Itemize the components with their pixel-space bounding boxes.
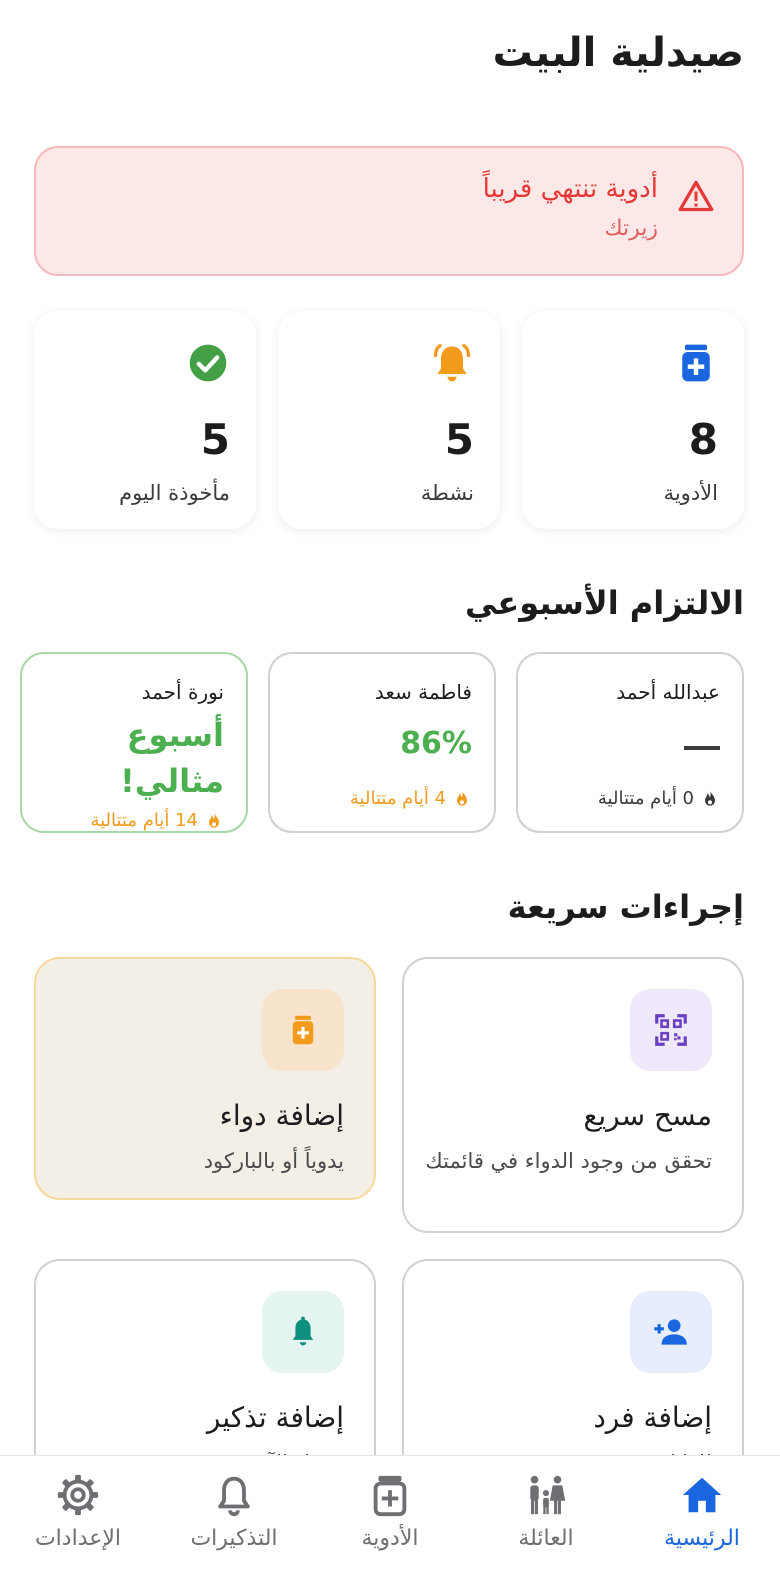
nav-item-settings[interactable]: الإعدادات: [0, 1456, 156, 1575]
flame-icon: [457, 790, 467, 806]
gear-icon: [57, 1474, 99, 1516]
add-medicine-button[interactable]: إضافة دواء يدوياً أو بالباركود: [34, 957, 376, 1200]
check-circle-icon: [189, 344, 227, 382]
stat-value: 8: [688, 415, 718, 464]
member-name: فاطمة سعد: [374, 680, 472, 704]
action-subtitle: جدول الآن: [56, 1443, 344, 1455]
adherence-card-abdullah[interactable]: عبدالله أحمد 0 أيام متتالية: [516, 652, 744, 833]
home-icon: [682, 1477, 722, 1513]
nav-label: الأدوية: [361, 1526, 419, 1551]
action-subtitle: يدوياً أو بالباركود: [203, 1149, 344, 1173]
medicine-bottle-icon: [682, 344, 710, 382]
nav-item-family[interactable]: العائلة: [468, 1456, 624, 1575]
adherence-value: أسبوع مثالي!: [120, 712, 224, 804]
stats-row: 8 الأدوية 5 نشطة 5 مأخوذة اليوم: [34, 311, 744, 529]
page-title: صيدلية البيت: [492, 30, 744, 76]
adherence-dash: [684, 746, 720, 750]
alert-subtitle: زيرتك: [604, 216, 658, 241]
stat-card-taken-today[interactable]: 5 مأخوذة اليوم: [34, 311, 256, 529]
nav-label: التذكيرات: [190, 1526, 278, 1551]
stat-card-medicines[interactable]: 8 الأدوية: [522, 311, 744, 529]
qr-scan-icon: [655, 1014, 687, 1046]
bottom-nav: الرئيسية العائلة الأدوية التذكيرات الإعد…: [0, 1455, 780, 1575]
stat-card-active[interactable]: 5 نشطة: [278, 311, 500, 529]
action-title: إضافة دواء: [219, 1099, 344, 1132]
icon-box: [262, 989, 344, 1071]
stat-label: الأدوية: [663, 481, 718, 505]
action-title: إضافة فرد: [593, 1401, 712, 1434]
streak-info: 14 أيام متتالية: [90, 810, 224, 831]
streak-info: 0 أيام متتالية: [598, 788, 720, 809]
nav-label: العائلة: [518, 1526, 574, 1551]
section-title-adherence: الالتزام الأسبوعي: [465, 584, 744, 622]
nav-label: الإعدادات: [34, 1526, 122, 1551]
nav-item-medicines[interactable]: الأدوية: [312, 1456, 468, 1575]
action-subtitle: تحقق من وجود الدواء في قائمتك: [425, 1149, 712, 1173]
streak-text: 0 أيام متتالية: [597, 788, 694, 809]
warning-triangle-icon: [678, 180, 714, 212]
bell-icon: [433, 343, 471, 382]
flame-icon: [705, 790, 715, 806]
family-icon: [530, 1475, 566, 1515]
alert-title: أدوية تنتهي قريباً: [482, 174, 658, 204]
bell-icon: [292, 1316, 314, 1346]
add-person-icon: [654, 1319, 687, 1345]
add-member-button[interactable]: إضافة فرد للعائلة: [402, 1259, 744, 1455]
expiry-alert[interactable]: أدوية تنتهي قريباً زيرتك: [34, 146, 744, 276]
flame-icon: [209, 812, 219, 828]
nav-item-home[interactable]: الرئيسية: [624, 1456, 780, 1575]
icon-box: [630, 989, 712, 1071]
adherence-value-line1: أسبوع: [126, 716, 224, 754]
stat-label: نشطة: [420, 481, 474, 505]
quick-scan-button[interactable]: مسح سريع تحقق من وجود الدواء في قائمتك: [402, 957, 744, 1233]
stat-value: 5: [200, 415, 230, 464]
add-reminder-button[interactable]: إضافة تذكير جدول الآن: [34, 1259, 376, 1455]
streak-text: 14 أيام متتالية: [90, 810, 198, 831]
home-screen: صيدلية البيت أدوية تنتهي قريباً زيرتك 8 …: [0, 0, 780, 1455]
streak-info: 4 أيام متتالية: [350, 788, 472, 809]
member-name: نورة أحمد: [141, 680, 224, 704]
medicine-bottle-icon: [373, 1475, 407, 1517]
stat-label: مأخوذة اليوم: [119, 481, 230, 505]
action-title: مسح سريع: [583, 1099, 712, 1132]
nav-item-reminders[interactable]: التذكيرات: [156, 1456, 312, 1575]
icon-box: [262, 1291, 344, 1373]
medicine-bottle-icon: [292, 1015, 314, 1045]
adherence-value: 86%: [400, 726, 472, 761]
member-name: عبدالله أحمد: [616, 680, 720, 704]
action-title: إضافة تذكير: [206, 1401, 344, 1434]
bell-icon: [218, 1476, 250, 1517]
adherence-card-noura[interactable]: نورة أحمد أسبوع مثالي! 14 أيام متتالية: [20, 652, 248, 833]
streak-text: 4 أيام متتالية: [349, 788, 446, 809]
adherence-value-line2: مثالي!: [120, 762, 224, 800]
stat-value: 5: [444, 415, 474, 464]
adherence-card-fatima[interactable]: فاطمة سعد 86% 4 أيام متتالية: [268, 652, 496, 833]
section-title-quick-actions: إجراءات سريعة: [507, 888, 744, 926]
action-subtitle: للعائلة: [424, 1443, 712, 1455]
nav-label: الرئيسية: [664, 1526, 740, 1551]
icon-box: [630, 1291, 712, 1373]
